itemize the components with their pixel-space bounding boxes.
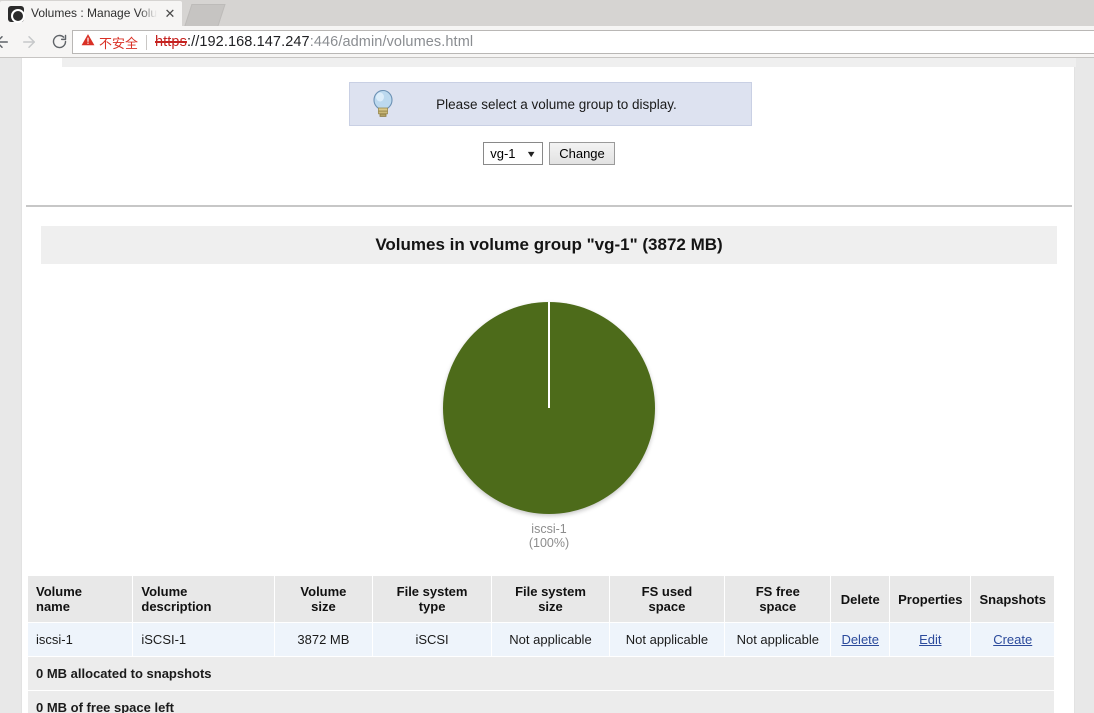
col-header-properties: Properties: [889, 575, 972, 623]
pie-chart-label-name: iscsi-1: [531, 522, 567, 536]
cell-fs-free: Not applicable: [724, 622, 832, 657]
col-header-line1: File system: [515, 584, 586, 599]
cell-properties[interactable]: Edit: [889, 622, 972, 657]
col-header-line1: FS used: [641, 584, 693, 599]
table-row: iscsi-1 iSCSI-1 3872 MB iSCSI Not applic…: [26, 622, 1055, 657]
cell-snapshots[interactable]: Create: [970, 622, 1055, 657]
cell-volume-description: iSCSI-1: [132, 622, 275, 657]
col-header-line1: Volume: [141, 584, 188, 599]
section-divider: [26, 205, 1072, 207]
back-arrow-icon[interactable]: [0, 28, 14, 56]
col-header-fs-free-space: FS free space: [724, 575, 832, 623]
col-header-line2: size: [311, 599, 336, 614]
cell-fs-type: iSCSI: [371, 622, 493, 657]
pie-chart-label: iscsi-1 (100%): [529, 522, 569, 550]
col-header-line1: Volume: [36, 584, 82, 599]
col-header-fs-used-space: FS used space: [608, 575, 726, 623]
col-header-line1: Volume: [300, 584, 347, 599]
cell-volume-size: 3872 MB: [274, 622, 373, 657]
col-header-delete: Delete: [830, 575, 891, 623]
new-tab-button[interactable]: [184, 4, 226, 26]
summary-free-space-left: 0 MB of free space left: [27, 690, 1055, 713]
tab-title: Volumes : Manage Volu: [31, 6, 158, 20]
page-title: Volumes in volume group "vg-1" (3872 MB): [41, 226, 1057, 264]
delete-link[interactable]: Delete: [841, 632, 879, 647]
info-notice-text: Please select a volume group to display.: [436, 96, 677, 112]
info-notice: Please select a volume group to display.: [349, 82, 752, 126]
browser-chrome: Volumes : Manage Volu ✕ 不安全 https://192.…: [0, 0, 1094, 58]
summary-row-snapshots: 0 MB allocated to snapshots: [27, 656, 1055, 691]
col-header-line2: space: [648, 599, 686, 614]
url-path: :446/admin/volumes.html: [309, 34, 474, 50]
forward-arrow-icon[interactable]: [16, 28, 42, 56]
tab-strip: Volumes : Manage Volu ✕: [0, 0, 1094, 26]
cell-delete[interactable]: Delete: [830, 622, 891, 657]
address-bar[interactable]: 不安全 https://192.168.147.247:446/admin/vo…: [72, 30, 1094, 54]
cell-fs-used: Not applicable: [608, 622, 726, 657]
volume-group-selector: vg-1 ▼ Change: [22, 142, 1076, 165]
volumes-table: Volume name Volume description Volume si…: [26, 575, 1055, 713]
col-header-fs-type: File system type: [371, 575, 493, 623]
summary-snapshots-allocated: 0 MB allocated to snapshots: [27, 656, 1055, 691]
edit-link[interactable]: Edit: [919, 632, 941, 647]
col-header-line2: type: [418, 599, 446, 614]
security-status[interactable]: 不安全: [81, 33, 138, 52]
cell-volume-name: iscsi-1: [26, 622, 134, 657]
col-header-line1: FS free: [755, 584, 800, 599]
omnibox-divider: [146, 34, 148, 50]
url-scheme: https: [155, 34, 187, 50]
page-content: Please select a volume group to display.…: [21, 58, 1076, 713]
col-header-line1: File system: [396, 584, 468, 599]
close-icon[interactable]: ✕: [162, 6, 178, 22]
pie-chart-wrapper: [443, 302, 655, 514]
col-header-line2: size: [538, 599, 563, 614]
cell-fs-size: Not applicable: [491, 622, 610, 657]
url-text: https://192.168.147.247:446/admin/volume…: [155, 34, 473, 50]
reload-icon[interactable]: [46, 28, 72, 56]
url-host: ://192.168.147.247: [186, 34, 310, 50]
col-header-line2: space: [759, 599, 797, 614]
volume-usage-pie-chart: iscsi-1 (100%): [22, 278, 1076, 618]
summary-row-free-space: 0 MB of free space left: [27, 690, 1055, 713]
col-header-volume-size: Volume size: [274, 575, 373, 623]
table-header-row: Volume name Volume description Volume si…: [26, 575, 1055, 623]
volume-group-select-value: vg-1: [490, 146, 516, 161]
lightbulb-icon: [372, 89, 394, 119]
browser-tab-active[interactable]: Volumes : Manage Volu ✕: [0, 1, 182, 26]
site-favicon: [8, 5, 25, 23]
col-header-volume-name: Volume name: [26, 575, 134, 623]
security-status-label: 不安全: [99, 35, 139, 51]
pie-slice-divider: [548, 302, 550, 408]
pie-chart-label-percent: (100%): [528, 536, 570, 550]
warning-triangle-icon: [81, 33, 95, 51]
col-header-snapshots: Snapshots: [970, 575, 1055, 623]
change-button[interactable]: Change: [549, 142, 615, 165]
col-header-line2: description: [141, 599, 212, 614]
col-header-volume-description: Volume description: [132, 575, 275, 623]
volume-group-select[interactable]: vg-1 ▼: [483, 142, 544, 165]
chevron-down-icon: ▼: [525, 148, 538, 159]
create-snapshot-link[interactable]: Create: [993, 632, 1032, 647]
col-header-line2: name: [36, 599, 70, 614]
col-header-fs-size: File system size: [491, 575, 610, 623]
page-viewport: Please select a volume group to display.…: [0, 58, 1094, 713]
scrolled-off-panel: [62, 58, 1076, 67]
